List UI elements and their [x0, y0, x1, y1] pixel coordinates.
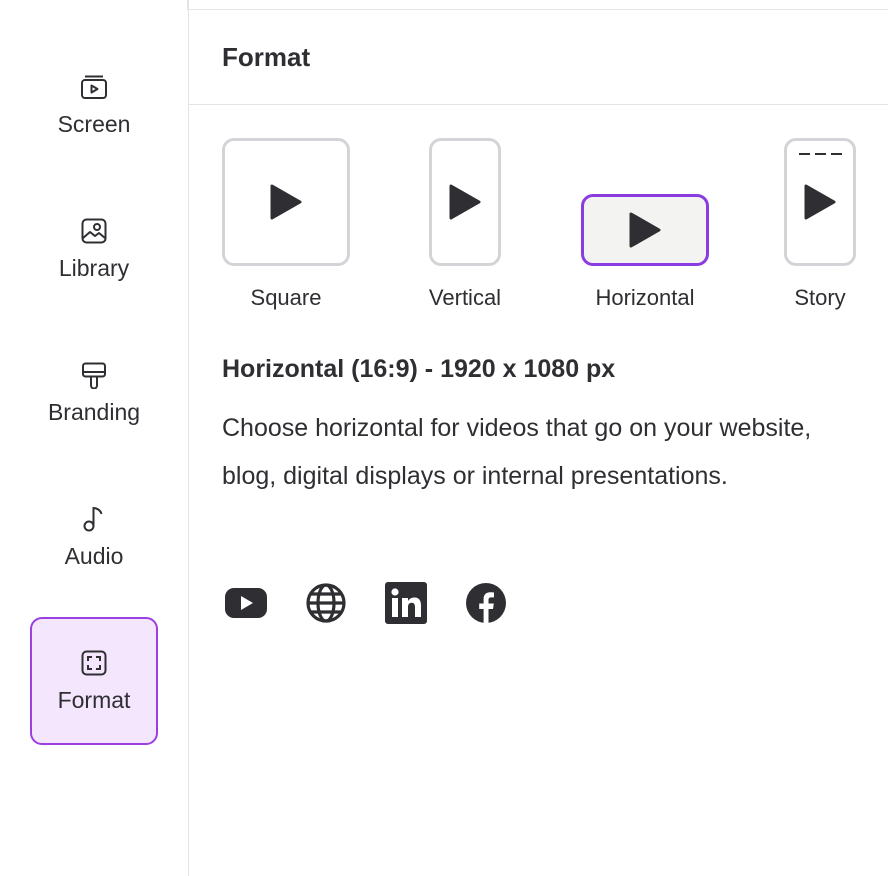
format-option-square[interactable]: Square	[222, 138, 350, 310]
story-preview	[784, 138, 856, 266]
horizontal-preview	[581, 194, 709, 266]
format-option-story[interactable]: Story	[784, 138, 856, 310]
story-progress-icon	[799, 153, 842, 155]
play-icon	[804, 184, 836, 220]
sidebar-item-label: Library	[58, 254, 130, 281]
library-icon	[80, 217, 108, 245]
sidebar-item-screen[interactable]: Screen	[30, 41, 158, 169]
play-icon	[270, 184, 302, 220]
screen-icon	[80, 73, 108, 101]
facebook-icon	[464, 581, 508, 625]
format-option-horizontal[interactable]: Horizontal	[581, 138, 709, 310]
play-icon	[449, 184, 481, 220]
audio-icon	[80, 505, 108, 533]
format-label: Horizontal	[595, 285, 695, 310]
format-label: Story	[794, 285, 846, 310]
globe-icon	[304, 581, 348, 625]
format-label: Vertical	[428, 285, 502, 310]
play-icon	[629, 212, 661, 248]
format-option-vertical[interactable]: Vertical	[429, 138, 501, 310]
format-label: Square	[250, 285, 322, 310]
top-divider	[189, 0, 888, 10]
linkedin-icon	[384, 581, 428, 625]
sidebar-item-branding[interactable]: Branding	[30, 329, 158, 457]
youtube-icon	[224, 581, 268, 625]
square-preview	[222, 138, 350, 266]
sidebar-item-label: Format	[57, 686, 131, 713]
format-description-title: Horizontal (16:9) - 1920 x 1080 px	[222, 355, 616, 383]
sidebar-item-audio[interactable]: Audio	[30, 473, 158, 601]
format-description-text: Choose horizontal for videos that go on …	[222, 414, 812, 490]
sidebar-item-label: Audio	[64, 542, 124, 569]
sidebar-item-format[interactable]: Format	[30, 617, 158, 745]
vertical-preview	[429, 138, 501, 266]
sidebar-item-library[interactable]: Library	[30, 185, 158, 313]
panel-header: Format	[189, 10, 888, 105]
page-title: Format	[222, 42, 311, 72]
format-icon	[80, 649, 108, 677]
branding-icon	[80, 361, 108, 389]
sidebar-item-label: Screen	[57, 110, 131, 137]
sidebar-item-label: Branding	[47, 398, 141, 425]
